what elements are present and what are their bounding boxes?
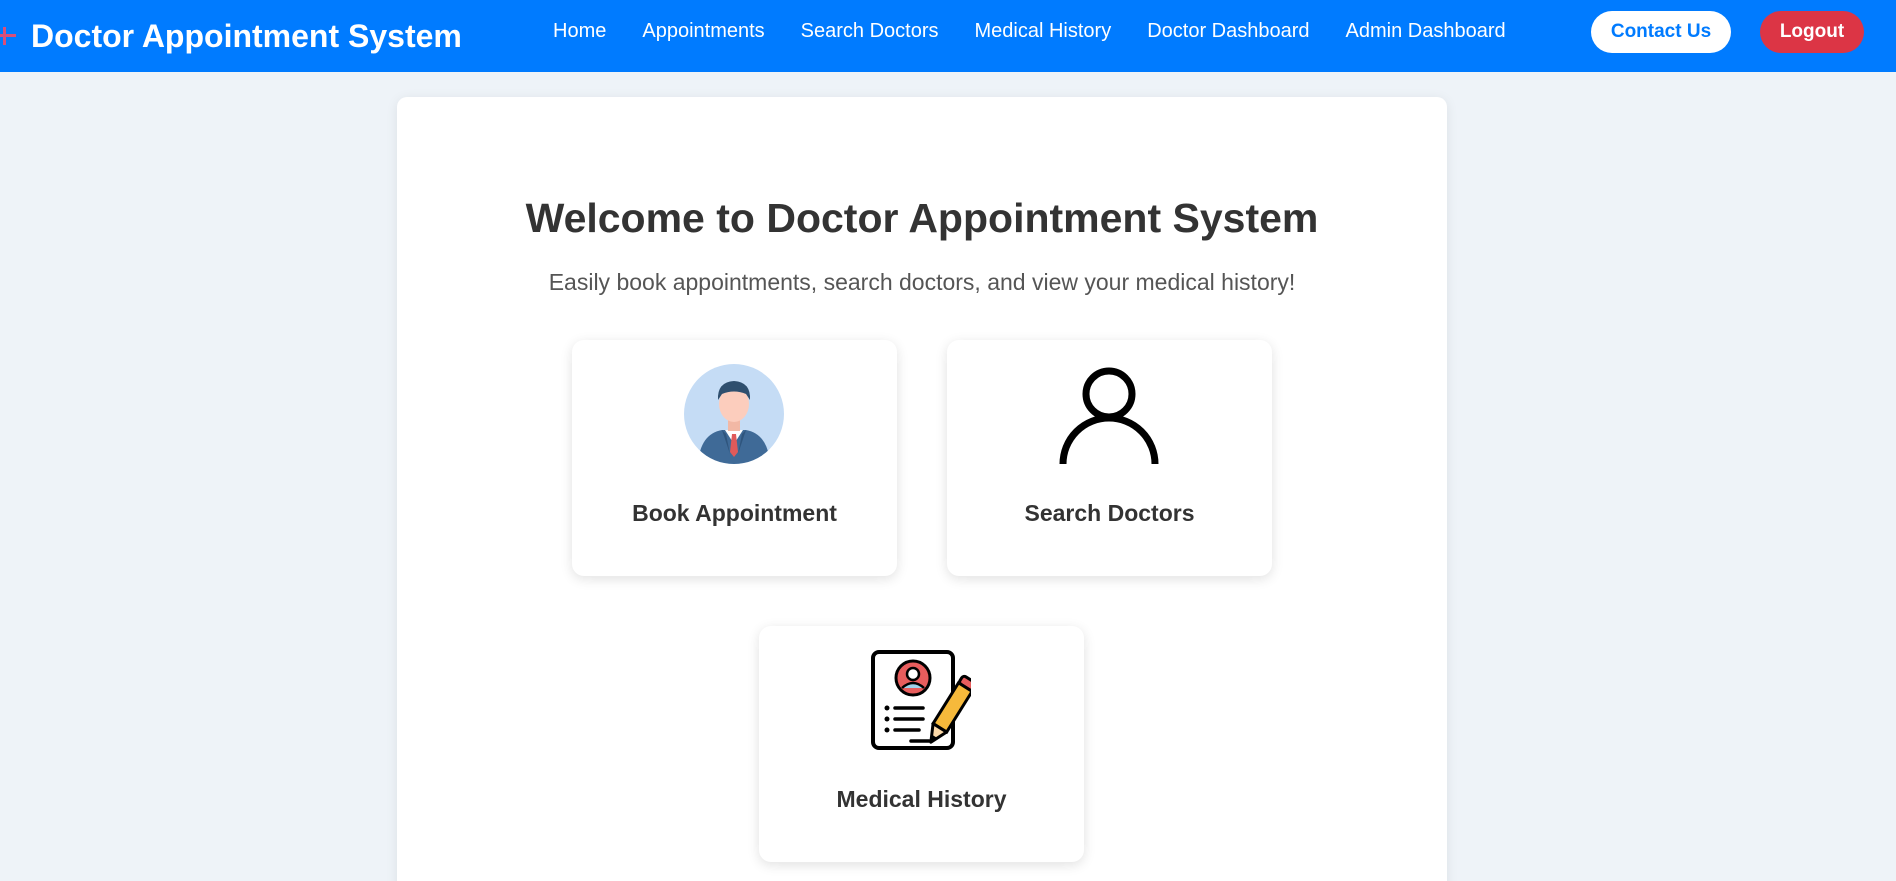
page-subtitle: Easily book appointments, search doctors… <box>548 269 1296 295</box>
book-appointment-card[interactable]: Book Appointment <box>572 340 897 576</box>
logout-button[interactable]: Logout <box>1760 11 1864 53</box>
brand[interactable]: Doctor Appointment System <box>0 0 462 72</box>
user-outline-icon <box>1059 367 1159 464</box>
medical-cross-icon <box>0 27 16 45</box>
navbar: Doctor Appointment System Home Appointme… <box>0 0 1896 72</box>
doctor-avatar-icon <box>684 364 784 464</box>
search-doctors-card[interactable]: Search Doctors <box>947 340 1272 576</box>
medical-history-label: Medical History <box>836 786 1007 812</box>
nav-home[interactable]: Home <box>553 20 606 43</box>
nav-doctor-dashboard[interactable]: Doctor Dashboard <box>1147 20 1309 43</box>
medical-record-icon <box>871 650 971 750</box>
main-nav: Home Appointments Search Doctors Medical… <box>553 0 1542 62</box>
search-doctors-label: Search Doctors <box>1024 500 1195 526</box>
page-title: Welcome to Doctor Appointment System <box>525 195 1319 241</box>
nav-medical-history[interactable]: Medical History <box>975 20 1112 43</box>
nav-search-doctors[interactable]: Search Doctors <box>801 20 939 43</box>
nav-appointments[interactable]: Appointments <box>642 20 764 43</box>
medical-history-card[interactable]: Medical History <box>759 626 1084 862</box>
contact-us-button[interactable]: Contact Us <box>1591 11 1731 53</box>
brand-title: Doctor Appointment System <box>31 17 462 54</box>
nav-admin-dashboard[interactable]: Admin Dashboard <box>1346 20 1506 43</box>
main-container: Welcome to Doctor Appointment System Eas… <box>397 97 1447 881</box>
book-appointment-label: Book Appointment <box>632 500 837 526</box>
